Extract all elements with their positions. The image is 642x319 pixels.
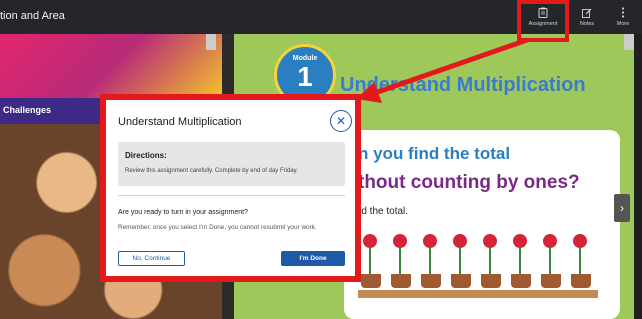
question-line-3: rd the total. xyxy=(358,206,409,217)
challenges-heading: Challenges xyxy=(3,105,52,115)
question-card: n you find the total thout counting by o… xyxy=(344,130,620,319)
flower-pot xyxy=(388,230,414,290)
flower-pot xyxy=(568,230,594,290)
flower-pot xyxy=(478,230,504,290)
flower-illustration xyxy=(358,230,608,290)
close-icon: ✕ xyxy=(335,114,347,128)
question-line-2: thout counting by ones? xyxy=(358,172,580,193)
resubmit-warning: Remember, once you select I'm Done, you … xyxy=(118,224,317,231)
reader-screen: tion and Area Assignment Notes More Chal… xyxy=(0,0,642,319)
directions-text: Review this assignment carefully. Comple… xyxy=(125,168,298,174)
flower-pot xyxy=(538,230,564,290)
vertical-dots-icon xyxy=(621,7,625,18)
chevron-right-icon: › xyxy=(620,201,624,215)
directions-heading: Directions: xyxy=(125,151,167,160)
notes-button[interactable]: Notes xyxy=(569,0,605,34)
more-button[interactable]: More xyxy=(605,0,641,34)
flower-pot xyxy=(358,230,384,290)
flower-pot xyxy=(418,230,444,290)
flower-pot xyxy=(448,230,474,290)
assignment-highlight-box xyxy=(517,0,569,42)
next-page-button[interactable]: › xyxy=(614,194,630,222)
dialog-title: Understand Multiplication xyxy=(118,116,242,128)
left-page-banner xyxy=(0,34,222,98)
module-number: 1 xyxy=(297,61,313,92)
left-page-scrollbar[interactable] xyxy=(206,34,216,50)
directions-box: Directions: Review this assignment caref… xyxy=(118,142,345,186)
flower-pot xyxy=(508,230,534,290)
divider xyxy=(118,195,345,196)
im-done-button[interactable]: I'm Done xyxy=(281,251,345,266)
module-title: Understand Multiplication xyxy=(340,74,586,96)
modal-highlight-frame: Understand Multiplication ✕ Directions: … xyxy=(100,94,361,282)
book-title: tion and Area xyxy=(0,10,65,22)
turn-in-question: Are you ready to turn in your assignment… xyxy=(118,209,248,216)
pencil-icon xyxy=(582,8,592,18)
turn-in-dialog: Understand Multiplication ✕ Directions: … xyxy=(106,100,355,276)
more-label: More xyxy=(616,21,630,27)
shelf xyxy=(358,290,598,298)
notes-label: Notes xyxy=(579,20,595,27)
right-page-scrollbar[interactable] xyxy=(624,34,634,50)
no-continue-button[interactable]: No, Continue xyxy=(118,251,185,266)
close-button[interactable]: ✕ xyxy=(330,110,352,132)
question-line-1: n you find the total xyxy=(358,144,511,163)
